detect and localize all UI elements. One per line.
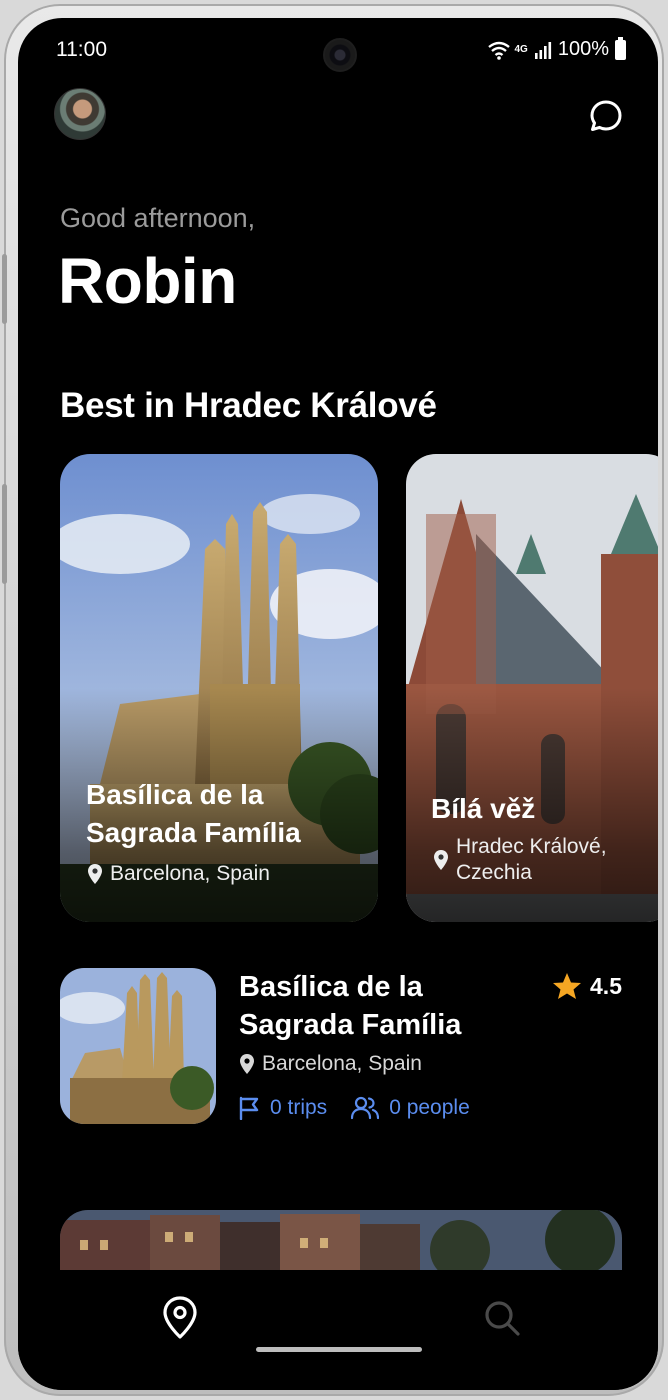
sagrada-familia-thumbnail [60, 968, 216, 1124]
card-location-text: Barcelona, Spain [110, 862, 270, 885]
network-type: 4G [514, 44, 528, 55]
location-pin-icon [88, 864, 102, 884]
signal-icon [534, 41, 551, 59]
side-button [2, 484, 7, 584]
avatar[interactable] [54, 88, 106, 140]
wifi-icon [487, 41, 510, 60]
list-item-location-text: Barcelona, Spain [262, 1052, 422, 1075]
trips-stat[interactable]: 0 trips [238, 1096, 327, 1120]
people-count: 0 people [389, 1096, 470, 1119]
map-pin-icon[interactable] [162, 1296, 198, 1340]
bottom-nav [18, 1270, 658, 1390]
volume-button [2, 254, 7, 324]
front-camera [323, 38, 357, 72]
card-location: Hradec Králové, Czechia [434, 834, 654, 886]
rating-value: 4.5 [590, 972, 622, 999]
place-card[interactable]: Basílica de la Sagrada Família Barcelona… [60, 454, 378, 922]
location-pin-icon [240, 1054, 254, 1074]
star-icon [553, 973, 582, 999]
search-icon[interactable] [482, 1298, 522, 1338]
card-location: Barcelona, Spain [88, 861, 270, 887]
status-time: 11:00 [56, 38, 107, 61]
list-item-location: Barcelona, Spain [240, 1052, 422, 1076]
trips-count: 0 trips [270, 1096, 328, 1119]
section-title: Best in Hradec Králové [60, 386, 437, 425]
people-stat[interactable]: 0 people [351, 1096, 470, 1120]
list-item-thumbnail[interactable] [60, 968, 216, 1124]
battery-icon [615, 36, 626, 60]
place-card[interactable]: Bílá věž Hradec Králové, Czechia [406, 454, 658, 922]
greeting-text: Good afternoon, [60, 203, 256, 233]
phone-frame: 11:00 4G 100% Good afternoon, Robin Best… [2, 4, 664, 1396]
list-item-title[interactable]: Basílica de la Sagrada Família [239, 968, 529, 1044]
card-location-text: Hradec Králové, Czechia [456, 835, 607, 884]
chat-icon[interactable] [588, 98, 624, 134]
flag-icon [239, 1096, 259, 1120]
list-item-stats: 0 trips 0 people [238, 1096, 470, 1120]
location-pin-icon [434, 850, 448, 870]
status-icons: 4G 100% [487, 36, 626, 61]
next-place-image [60, 1210, 622, 1270]
card-title: Basílica de la Sagrada Família [86, 779, 301, 848]
app-screen: 11:00 4G 100% Good afternoon, Robin Best… [18, 18, 658, 1390]
people-icon [351, 1096, 380, 1120]
card-title: Bílá věž [431, 793, 536, 824]
user-name: Robin [58, 245, 237, 317]
rating: 4.5 [552, 972, 622, 1000]
next-place-card[interactable] [60, 1210, 622, 1270]
status-bar: 11:00 4G 100% [18, 18, 658, 82]
battery-level: 100% [557, 38, 609, 60]
home-indicator[interactable] [256, 1347, 422, 1352]
